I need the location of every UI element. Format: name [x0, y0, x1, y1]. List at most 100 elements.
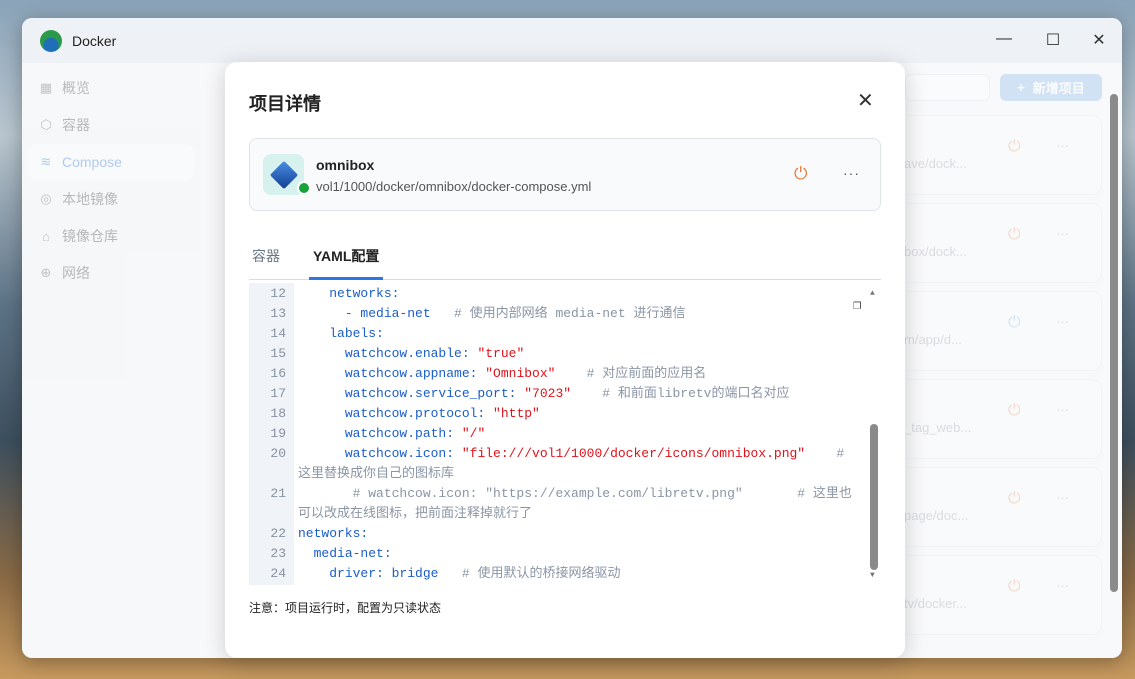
line-number: 12 [270, 286, 286, 301]
code-line: 18 watchcow.protocol: "http" [249, 404, 881, 424]
plus-icon: + [1017, 80, 1025, 95]
project-card-bg[interactable]: ave/dock... ⏻ ··· [880, 115, 1102, 195]
code-token: watchcow.enable: [298, 346, 478, 361]
power-icon[interactable]: ⏻ [794, 164, 807, 184]
project-name: omnibox [316, 157, 375, 173]
line-number: 20 [270, 446, 286, 461]
more-options-icon[interactable]: ··· [1056, 226, 1069, 241]
power-icon[interactable]: ⏻ [1008, 578, 1021, 596]
add-project-label: 新增项目 [1032, 81, 1085, 96]
power-icon[interactable]: ⏻ [1008, 138, 1021, 156]
close-dialog-button[interactable]: ✕ [857, 88, 874, 113]
code-token: "true" [477, 346, 525, 361]
code-token: # 使用默认的桥接网络驱动 [438, 566, 621, 581]
project-path: page/doc... [904, 508, 969, 523]
code-text: watchcow.icon: "file:///vol1/1000/docker… [294, 444, 859, 484]
code-line: 22 networks: [249, 524, 881, 544]
code-token: # 使用内部网络 media-net 进行通信 [430, 306, 686, 321]
code-token: watchcow.service_port: [298, 386, 525, 401]
code-text: networks: [294, 524, 859, 544]
sidebar-item-0[interactable]: ▦ 概览 [28, 70, 194, 106]
code-text: watchcow.path: "/" [294, 424, 859, 444]
line-number: 13 [270, 306, 286, 321]
copy-icon[interactable]: ❐ [853, 297, 861, 314]
project-card-bg[interactable]: tv/docker... ⏻ ··· [880, 555, 1102, 635]
tab-yaml-config[interactable]: YAML配置 [309, 246, 384, 280]
code-token: driver: bridge [298, 566, 439, 581]
code-token: - media-net [298, 306, 431, 321]
nav-icon: ⌂ [42, 228, 50, 244]
more-options-icon[interactable]: ··· [843, 165, 860, 181]
line-number: 19 [270, 426, 286, 441]
more-options-icon[interactable]: ··· [1056, 138, 1069, 153]
code-scrollbar-thumb[interactable] [870, 424, 878, 570]
code-text: - media-net # 使用内部网络 media-net 进行通信 [294, 304, 859, 324]
running-status-dot [297, 181, 311, 195]
code-token: # 对应前面的应用名 [555, 366, 707, 381]
project-card-bg[interactable]: box/dock... ⏻ ··· [880, 203, 1102, 283]
page-scrollbar[interactable] [1110, 81, 1119, 658]
yaml-editor[interactable]: 12 networks: 13 - media-net # 使用内部网络 medi… [249, 283, 881, 585]
search-input[interactable] [905, 74, 990, 101]
close-window-button[interactable]: ✕ [1089, 30, 1109, 50]
line-number: 14 [270, 326, 286, 341]
line-number: 15 [270, 346, 286, 361]
power-icon[interactable]: ⏻ [1008, 402, 1021, 420]
power-icon[interactable]: ⏻ [1008, 490, 1021, 508]
power-icon[interactable]: ⏻ [1008, 314, 1021, 332]
project-card-bg[interactable]: _tag_web... ⏻ ··· [880, 379, 1102, 459]
more-options-icon[interactable]: ··· [1056, 314, 1069, 329]
power-icon[interactable]: ⏻ [1008, 226, 1021, 244]
code-token: "/" [461, 426, 486, 441]
code-text: watchcow.service_port: "7023" # 和前面libre… [294, 384, 859, 404]
code-text: networks: [294, 284, 859, 304]
sidebar-item-2[interactable]: ≋ Compose [28, 144, 194, 180]
project-card-bg[interactable]: page/doc... ⏻ ··· [880, 467, 1102, 547]
add-project-button[interactable]: + 新增项目 [1000, 74, 1102, 101]
nav-icon: ▦ [39, 80, 53, 95]
more-options-icon[interactable]: ··· [1056, 578, 1069, 593]
scrollbar-thumb[interactable] [1110, 94, 1118, 592]
code-line: 14 labels: [249, 324, 881, 344]
more-options-icon[interactable]: ··· [1056, 402, 1069, 417]
tab-containers[interactable]: 容器 [252, 246, 280, 280]
project-path: ave/dock... [904, 156, 967, 171]
code-line: 19 watchcow.path: "/" [249, 424, 881, 444]
docker-logo-icon [40, 29, 62, 52]
maximize-button[interactable]: ☐ [1043, 30, 1063, 50]
code-token: networks: [298, 286, 400, 301]
code-token: "Omnibox" [485, 366, 556, 381]
project-path: m/app/d... [904, 332, 962, 347]
more-options-icon[interactable]: ··· [1056, 490, 1069, 505]
sidebar-item-label: 概览 [62, 80, 90, 96]
code-scrollbar[interactable]: ▲ ▼ [869, 289, 879, 581]
dialog-title: 项目详情 [249, 94, 321, 114]
code-line: 16 watchcow.appname: "Omnibox" # 对应前面的应用… [249, 364, 881, 384]
sidebar-item-5[interactable]: ⊕ 网络 [28, 255, 194, 291]
project-path: vol1/1000/docker/omnibox/docker-compose.… [316, 179, 592, 194]
line-number: 17 [270, 386, 286, 401]
code-token: watchcow.appname: [298, 366, 486, 381]
code-text: labels: [294, 324, 859, 344]
scroll-up-arrow-icon[interactable]: ▲ [870, 289, 875, 298]
code-text: watchcow.appname: "Omnibox" # 对应前面的应用名 [294, 364, 859, 384]
sidebar-item-4[interactable]: ⌂ 镜像仓库 [28, 218, 194, 254]
scroll-down-arrow-icon[interactable]: ▼ [870, 571, 875, 580]
project-card-bg[interactable]: m/app/d... ⏻ ··· [880, 291, 1102, 371]
code-token: # 和前面libretv的端口名对应 [571, 386, 790, 401]
code-token: watchcow.protocol: [298, 406, 494, 421]
code-token: media-net: [298, 546, 392, 561]
code-line: 20 watchcow.icon: "file:///vol1/1000/doc… [249, 444, 881, 484]
code-line: 23 media-net: [249, 544, 881, 564]
line-number: 18 [270, 406, 286, 421]
title-bar: Docker — ☐ ✕ [22, 18, 1122, 63]
code-text: watchcow.enable: "true" [294, 344, 859, 364]
sidebar-item-1[interactable]: ⬡ 容器 [28, 107, 194, 143]
line-number: 16 [270, 366, 286, 381]
minimize-button[interactable]: — [994, 30, 1014, 48]
app-title: Docker [72, 32, 117, 49]
line-number: 23 [270, 546, 286, 561]
sidebar-item-label: 镜像仓库 [62, 228, 118, 244]
code-token: "http" [493, 406, 540, 421]
sidebar-item-3[interactable]: ◎ 本地镜像 [28, 181, 194, 217]
